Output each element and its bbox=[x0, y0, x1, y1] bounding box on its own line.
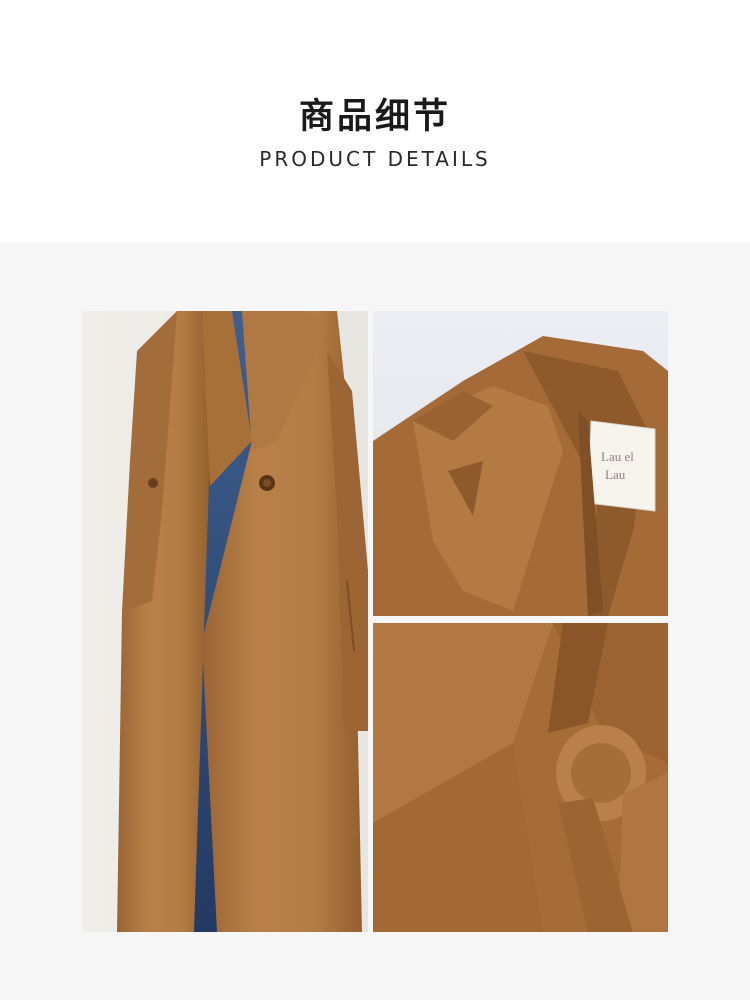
brand-label-text: Lau el bbox=[601, 449, 634, 464]
section-title-en: PRODUCT DETAILS bbox=[259, 147, 491, 171]
section-title-cn: 商品细节 bbox=[298, 97, 451, 137]
belt-tie-detail-photo bbox=[373, 623, 668, 932]
collar-label-detail-photo: Lau el Lau bbox=[373, 311, 668, 616]
section-header: 商品细节 PRODUCT DETAILS bbox=[0, 0, 750, 242]
coat-full-front-photo bbox=[82, 311, 368, 932]
svg-text:Lau: Lau bbox=[605, 467, 626, 482]
